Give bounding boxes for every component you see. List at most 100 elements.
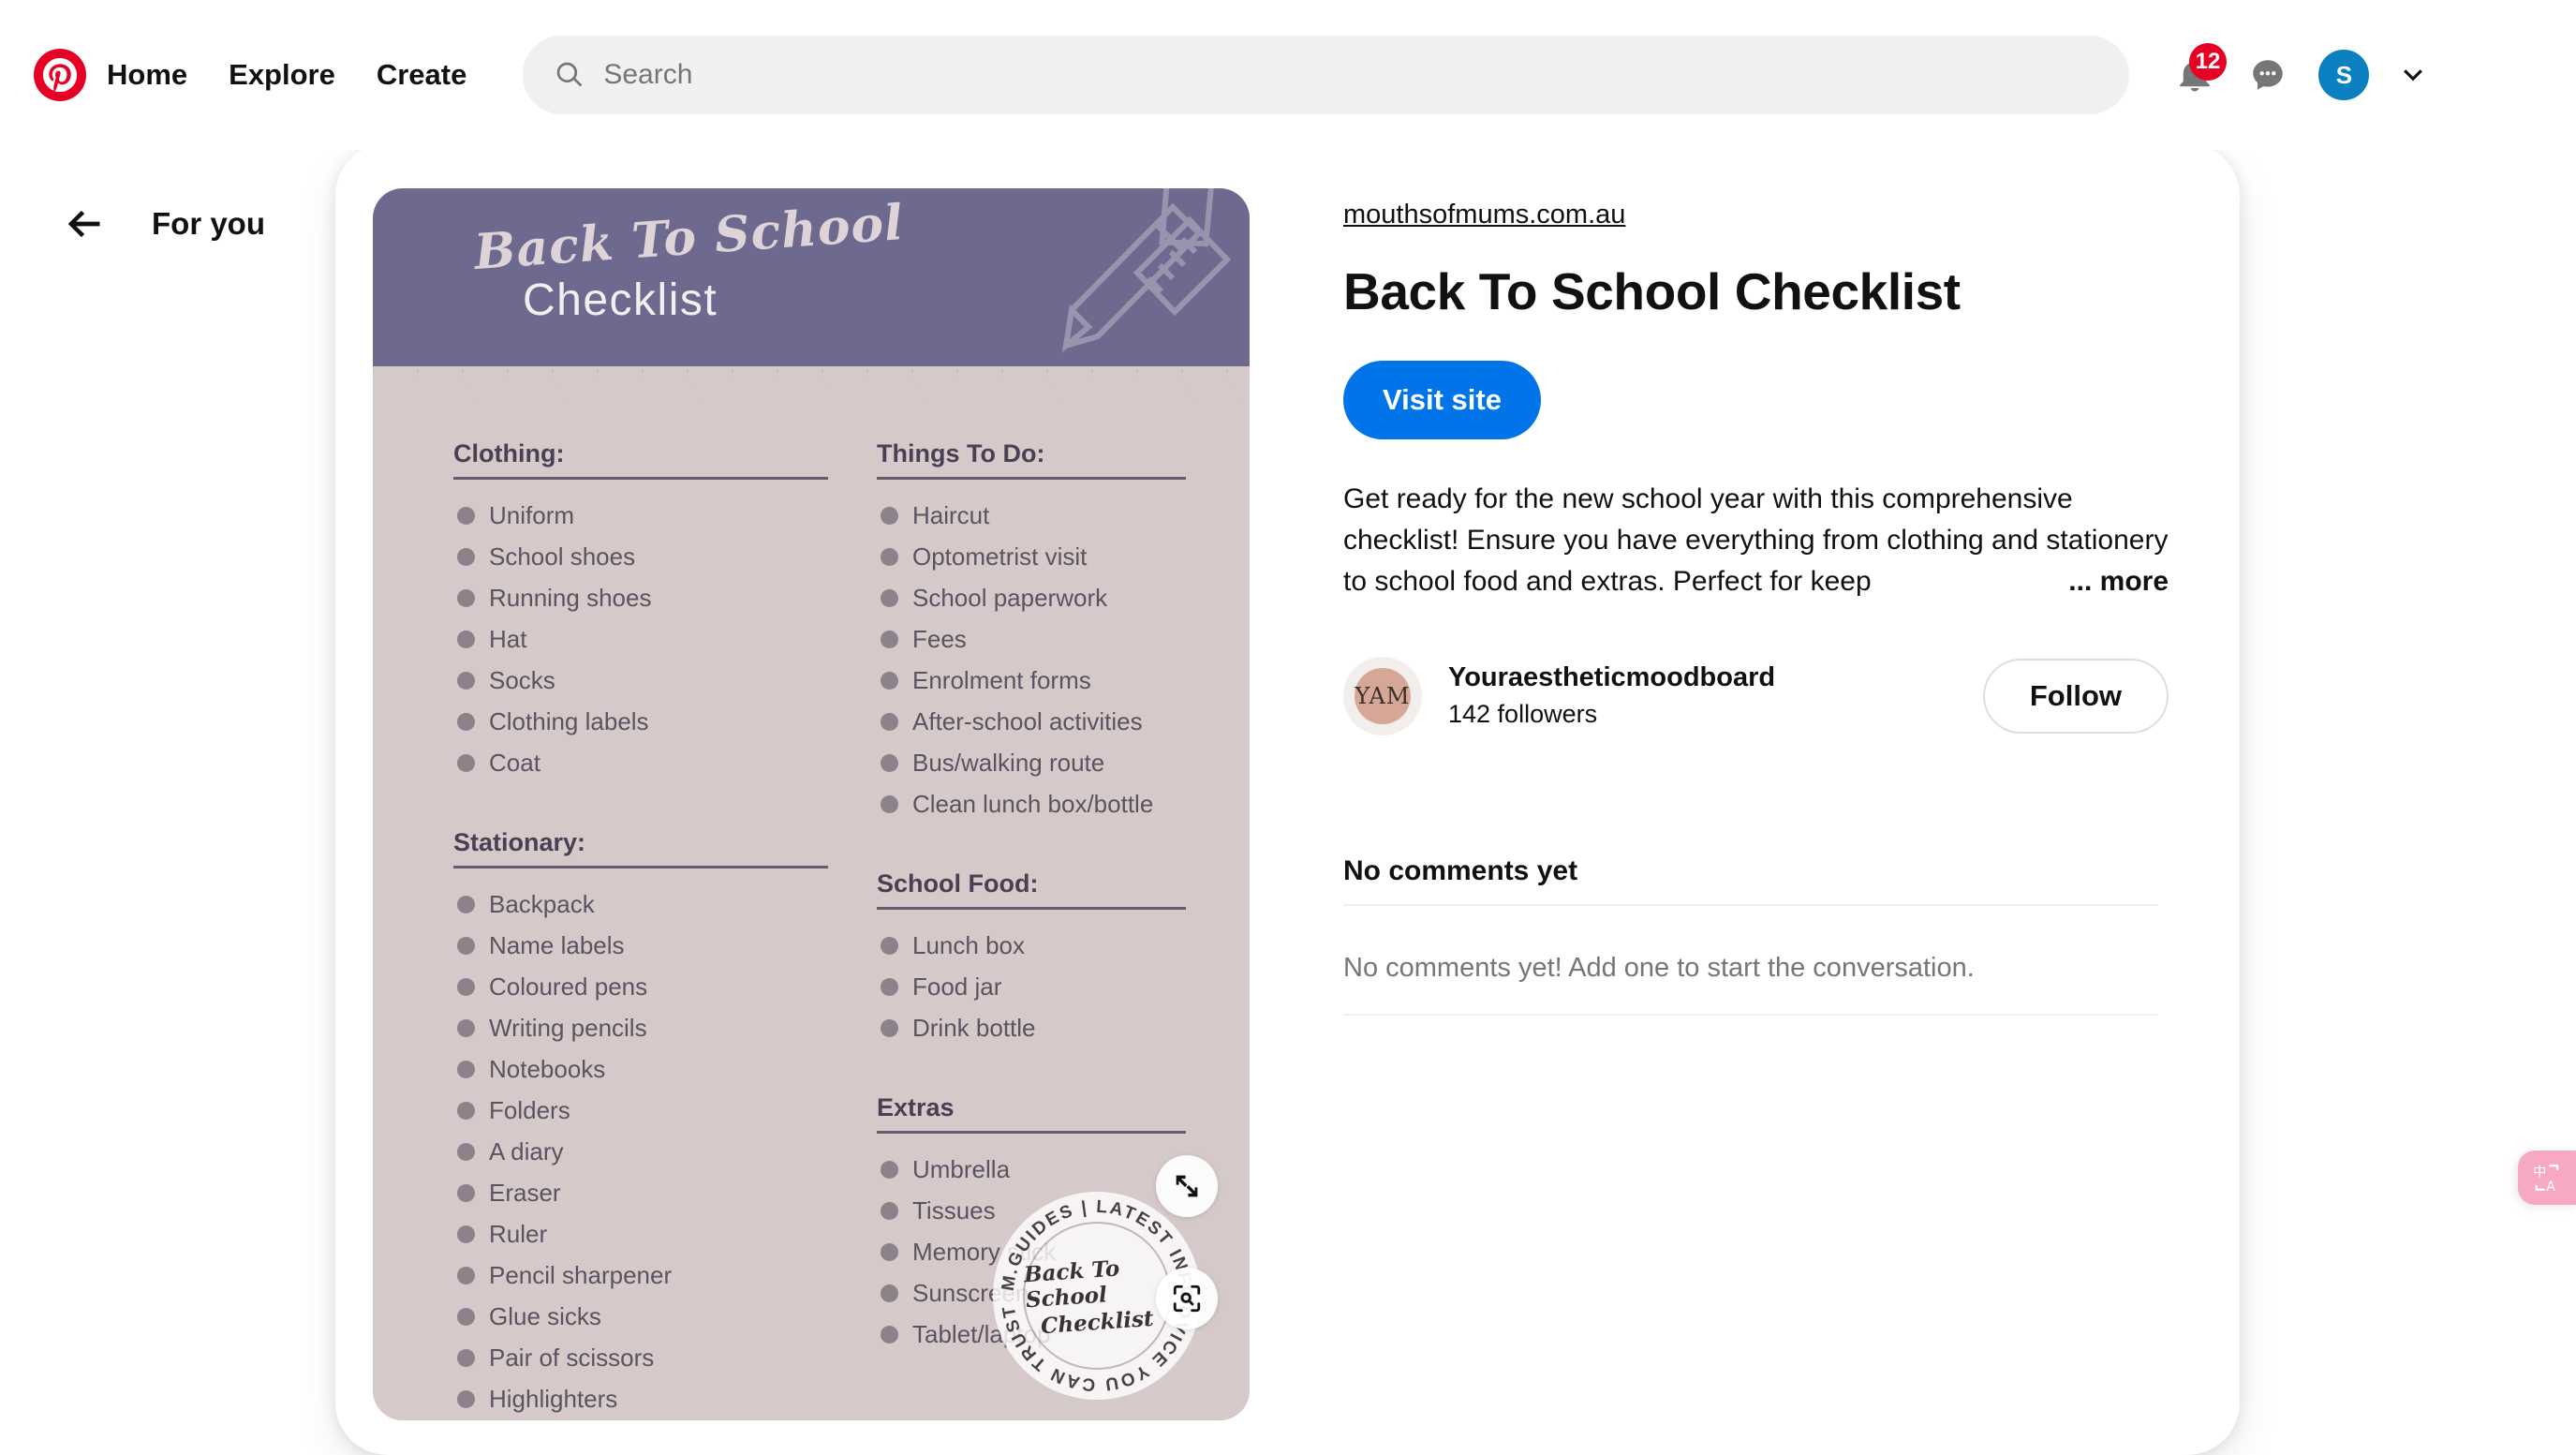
breadcrumb: For you [52, 192, 265, 256]
checklist-bullet-icon [457, 671, 475, 690]
checklist-item-label: Coloured pens [489, 972, 648, 1001]
comments-divider-bottom [1343, 1013, 2158, 1016]
checklist-item-label: Folders [489, 1096, 570, 1124]
checklist-item: Folders [453, 1090, 828, 1131]
checklist-title-sub: Checklist [523, 275, 718, 325]
checklist-item-label: Hat [489, 625, 527, 653]
checklist-item: Bus/walking route [877, 742, 1186, 783]
show-more-button[interactable]: ... more [2063, 560, 2169, 602]
pinterest-logo-icon[interactable] [34, 49, 86, 101]
checklist-bullet-icon [881, 1284, 898, 1302]
creator-row: YAM Youraestheticmoodboard 142 followers… [1343, 656, 2169, 735]
section-heading-school-food: School Food: [877, 869, 1186, 910]
checklist-item-label: Lunch box [912, 931, 1025, 959]
checklist-item-label: Highlighters [489, 1385, 618, 1413]
nav-item-explore[interactable]: Explore [208, 36, 356, 114]
checklist-item-label: A diary [489, 1137, 564, 1165]
checklist-item-label: Haircut [912, 501, 990, 529]
nav-item-create[interactable]: Create [356, 36, 488, 114]
checklist-item: Highlighters [453, 1378, 828, 1419]
checklist-item-label: School paperwork [912, 584, 1108, 612]
checklist-bullet-icon [881, 936, 898, 955]
checklist-bullet-icon [881, 547, 898, 566]
section-heading-things-to-do: Things To Do: [877, 439, 1186, 480]
search-bar[interactable] [523, 36, 2130, 114]
pencil-ruler-icon [1015, 188, 1232, 385]
checklist-item: Name labels [453, 925, 828, 966]
checklist-bullet-icon [457, 1142, 475, 1161]
checklist-item-label: Coat [489, 749, 540, 777]
checklist-bullet-icon [457, 1060, 475, 1078]
visit-site-button[interactable]: Visit site [1343, 361, 1541, 440]
translate-widget-button[interactable]: 中 A [2518, 1151, 2576, 1205]
checklist-item-label: Food jar [912, 972, 1002, 1001]
creator-name[interactable]: Youraestheticmoodboard [1448, 662, 1957, 693]
checklist-bullet-icon [457, 895, 475, 913]
section-heading-stationary: Stationary: [453, 828, 828, 869]
checklist-bullet-icon [457, 1225, 475, 1243]
checklist-bullet-icon [457, 588, 475, 607]
checklist-bullet-icon [881, 671, 898, 690]
source-domain-link[interactable]: mouthsofmums.com.au [1343, 200, 1625, 230]
section-list-school-food: Lunch box Food jar Drink bottle [877, 925, 1186, 1048]
section-list-things-to-do: Haircut Optometrist visit School paperwork… [877, 495, 1186, 824]
back-arrow-icon[interactable] [52, 192, 116, 256]
checklist-item-label: Bus/walking route [912, 749, 1105, 777]
checklist-bullet-icon [457, 1101, 475, 1120]
checklist-item-label: Clothing labels [489, 707, 649, 735]
notifications-button[interactable]: 12 [2161, 41, 2228, 109]
checklist-bullet-icon [457, 1183, 475, 1202]
checklist-item-label: Optometrist visit [912, 542, 1088, 571]
notifications-badge: 12 [2188, 43, 2228, 81]
checklist-item: Pencil sharpener [453, 1255, 828, 1296]
checklist-item-label: Eraser [489, 1179, 561, 1207]
checklist-item: Clothing labels [453, 701, 828, 742]
messages-button[interactable] [2234, 41, 2302, 109]
more-label: more [2099, 565, 2169, 597]
checklist-item: After-school activities [877, 701, 1186, 742]
search-icon [555, 60, 585, 90]
checklist-bullet-icon [457, 1348, 475, 1367]
pin-description-text: Get ready for the new school year with t… [1343, 483, 2169, 597]
follow-button[interactable]: Follow [1982, 658, 2169, 734]
checklist-bullet-icon [881, 1242, 898, 1261]
checklist-item: Enrolment forms [877, 660, 1186, 701]
checklist-item-label: Pencil sharpener [489, 1261, 673, 1289]
pin-description: Get ready for the new school year with t… [1343, 479, 2169, 602]
checklist-bullet-icon [881, 1201, 898, 1220]
checklist-bullet-icon [881, 506, 898, 525]
breadcrumb-label: For you [152, 206, 265, 241]
checklist-bullet-icon [457, 936, 475, 955]
checklist-bullet-icon [881, 794, 898, 813]
search-input[interactable] [603, 59, 2098, 91]
checklist-item: Optometrist visit [877, 536, 1186, 577]
checklist-title-script: Back To School [472, 194, 906, 281]
creator-meta: Youraestheticmoodboard 142 followers [1448, 662, 1957, 729]
checklist-item-label: Fees [912, 625, 967, 653]
checklist-item: Uniform [453, 495, 828, 536]
more-ellipsis: ... [2068, 565, 2093, 597]
checklist-bullet-icon [457, 712, 475, 731]
user-avatar[interactable]: S [2318, 50, 2370, 100]
pin-image[interactable]: Back To School Checklist Clothing: Unifo… [373, 188, 1250, 1420]
checklist-item-label: Tissues [912, 1196, 996, 1225]
checklist-item-label: Running shoes [489, 584, 652, 612]
top-navigation-bar: Home Explore Create 12 S [0, 0, 2576, 150]
checklist-item-label: Enrolment forms [912, 666, 1091, 694]
creator-avatar-monogram: YAM [1355, 682, 1411, 709]
checklist-item-label: After-school activities [912, 707, 1143, 735]
checklist-item: Notebooks [453, 1048, 828, 1090]
visual-search-lens-icon[interactable] [1156, 1268, 1218, 1329]
checklist-item-label: Ruler [489, 1220, 548, 1248]
creator-avatar[interactable]: YAM [1343, 656, 1422, 735]
nav-item-home[interactable]: Home [86, 36, 208, 114]
expand-image-button[interactable] [1156, 1155, 1218, 1217]
checklist-item-label: Writing pencils [489, 1014, 647, 1042]
account-menu-chevron-down-icon[interactable] [2388, 50, 2438, 100]
checklist-bullet-icon [457, 1266, 475, 1284]
section-heading-clothing: Clothing: [453, 439, 828, 480]
checklist-item-label: Backpack [489, 890, 595, 918]
checklist-item: A diary [453, 1131, 828, 1172]
checklist-image-header: Back To School Checklist [373, 188, 1250, 372]
checklist-bullet-icon [881, 1325, 898, 1344]
